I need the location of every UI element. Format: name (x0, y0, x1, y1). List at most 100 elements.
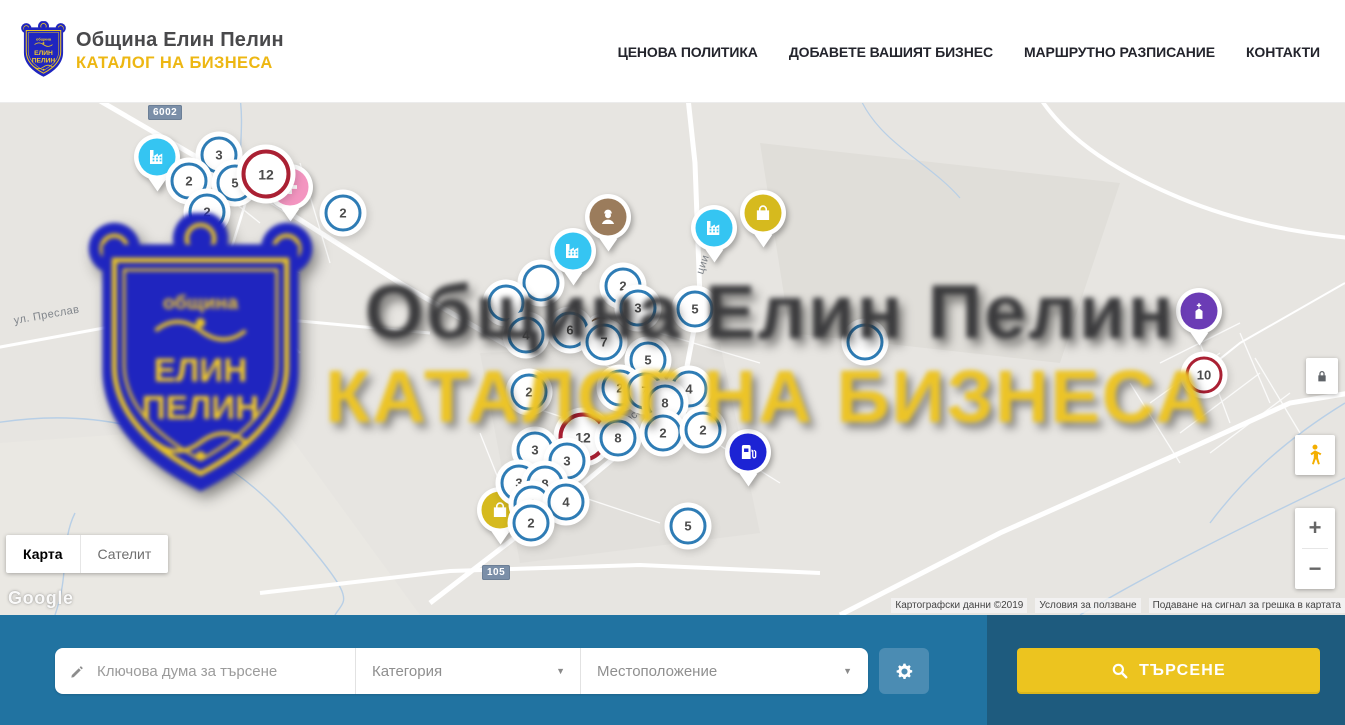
business-pin-factory[interactable] (139, 139, 176, 176)
cluster-marker[interactable]: 12 (242, 150, 291, 199)
keyword-field[interactable] (55, 648, 355, 694)
cluster-marker[interactable]: 3 (620, 290, 657, 327)
zoom-out-button[interactable]: − (1295, 549, 1335, 589)
search-button[interactable]: ТЪРСЕНЕ (1017, 648, 1320, 694)
cluster-marker[interactable]: 2 (513, 505, 550, 542)
map-type-map-button[interactable]: Карта (6, 535, 80, 573)
cluster-count: 4 (685, 382, 692, 397)
bag-icon (490, 500, 511, 521)
cluster-count: 2 (619, 279, 626, 294)
cluster-marker[interactable]: 5 (677, 291, 714, 328)
cluster-marker[interactable]: 2 (325, 195, 362, 232)
nav-route-schedule[interactable]: МАРШРУТНО РАЗПИСАНИЕ (1024, 44, 1215, 60)
pencil-icon (69, 663, 86, 680)
cluster-count: 8 (661, 396, 668, 411)
fuel-icon (738, 442, 759, 463)
road-badge: 105 (482, 565, 510, 580)
cluster-marker[interactable] (523, 265, 560, 302)
cluster-marker[interactable]: 6 (552, 312, 589, 349)
nav-pricing-policy[interactable]: ЦЕНОВА ПОЛИТИКА (618, 44, 758, 60)
report-error-link[interactable]: Подаване на сигнал за грешка в картата (1149, 598, 1345, 613)
advanced-settings-button[interactable] (879, 648, 929, 694)
lock-icon (1314, 368, 1330, 384)
business-pin-factory[interactable] (555, 233, 592, 270)
factory-icon (147, 147, 168, 168)
cluster-marker[interactable] (847, 324, 884, 361)
cluster-count: 7 (600, 335, 607, 350)
cluster-marker[interactable]: 2 (189, 194, 226, 231)
business-pin-church[interactable] (1181, 293, 1218, 330)
business-pin-worker[interactable] (590, 199, 627, 236)
cluster-count: 8 (614, 431, 621, 446)
category-select-label: Категория (372, 663, 442, 680)
site-subtitle: КАТАЛОГ НА БИЗНЕСА (76, 54, 284, 73)
cluster-count: 2 (527, 516, 534, 531)
cluster-count: 3 (563, 454, 570, 469)
location-select-label: Местоположение (597, 663, 717, 680)
keyword-input[interactable] (97, 663, 355, 680)
header: Община Елин Пелин КАТАЛОГ НА БИЗНЕСА ЦЕН… (0, 0, 1345, 103)
gear-icon (894, 661, 915, 682)
map-lock-button[interactable] (1306, 358, 1338, 394)
search-fields: Категория ▼ Местоположение ▼ (55, 648, 868, 694)
cluster-count: 2 (185, 174, 192, 189)
cluster-count: 10 (1197, 368, 1211, 383)
cluster-count: 2 (525, 385, 532, 400)
business-pin-factory[interactable] (696, 210, 733, 247)
nav-contacts[interactable]: КОНТАКТИ (1246, 44, 1320, 60)
bag-icon (753, 203, 774, 224)
factory-icon (704, 218, 725, 239)
coat-of-arms-icon (20, 21, 67, 80)
map-canvas[interactable]: 6002105 ул. Преславбул. „Новоселции 3251… (0, 103, 1345, 615)
cluster-marker[interactable]: 2 (685, 412, 722, 449)
map-type-control: Карта Сателит (6, 535, 168, 573)
google-logo[interactable]: Google (8, 588, 74, 609)
cluster-count: 4 (562, 495, 569, 510)
brand-text: Община Елин Пелин КАТАЛОГ НА БИЗНЕСА (76, 29, 284, 73)
cluster-count: 2 (699, 423, 706, 438)
cluster-count: 12 (575, 429, 591, 445)
zoom-control: + − (1295, 508, 1335, 589)
cluster-count: 6 (566, 323, 573, 338)
cluster-count: 12 (258, 166, 274, 182)
cluster-count: 5 (644, 353, 651, 368)
pegman-icon (1304, 442, 1326, 468)
cluster-count: 5 (231, 176, 238, 191)
street-view-pegman[interactable] (1295, 435, 1335, 475)
page: 6002105 ул. Преславбул. „Новоселции 3251… (0, 0, 1345, 725)
cluster-marker[interactable]: 7 (586, 324, 623, 361)
cluster-marker[interactable]: 2 (511, 374, 548, 411)
site-title: Община Елин Пелин (76, 29, 284, 52)
search-button-label: ТЪРСЕНЕ (1139, 662, 1226, 680)
cluster-marker[interactable] (488, 285, 525, 322)
cluster-count: 2 (339, 206, 346, 221)
church-icon (1189, 301, 1210, 322)
map-attribution: Картографски данни ©2019 Условия за полз… (891, 598, 1345, 613)
category-select[interactable]: Категория ▼ (355, 648, 580, 694)
worker-icon (598, 207, 619, 228)
cluster-count: 3 (531, 443, 538, 458)
cluster-marker[interactable]: 4 (548, 484, 585, 521)
terms-link[interactable]: Условия за ползване (1035, 598, 1140, 613)
map-copyright: Картографски данни ©2019 (891, 598, 1027, 613)
cluster-marker[interactable]: 8 (600, 420, 637, 457)
chevron-down-icon: ▼ (843, 666, 852, 676)
cluster-count: 2 (616, 381, 623, 396)
search-bar: Категория ▼ Местоположение ▼ ТЪРСЕНЕ (0, 615, 1345, 725)
cluster-count: 5 (684, 519, 691, 534)
cluster-marker[interactable]: 2 (645, 415, 682, 452)
factory-icon (563, 241, 584, 262)
zoom-in-button[interactable]: + (1295, 508, 1335, 548)
cluster-count: 2 (659, 426, 666, 441)
nav-add-business[interactable]: ДОБАВЕТЕ ВАШИЯТ БИЗНЕС (789, 44, 993, 60)
brand-logo[interactable]: Община Елин Пелин КАТАЛОГ НА БИЗНЕСА (20, 21, 284, 80)
cluster-count: 2 (203, 205, 210, 220)
business-pin-bag[interactable] (745, 195, 782, 232)
business-pin-fuel[interactable] (730, 434, 767, 471)
location-select[interactable]: Местоположение ▼ (580, 648, 867, 694)
cluster-marker[interactable]: 5 (670, 508, 707, 545)
cluster-count: 3 (634, 301, 641, 316)
map-type-satellite-button[interactable]: Сателит (80, 535, 169, 573)
cluster-marker[interactable]: 4 (508, 317, 545, 354)
cluster-marker[interactable]: 10 (1186, 357, 1223, 394)
